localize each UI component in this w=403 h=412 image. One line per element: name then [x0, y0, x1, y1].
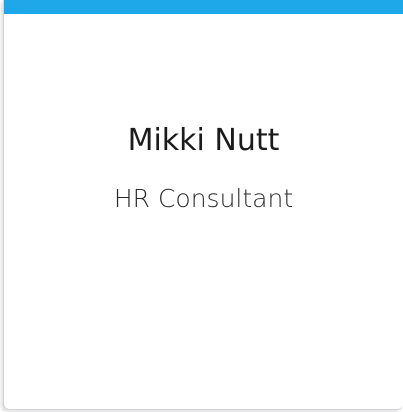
- profile-card[interactable]: Mikki Nutt HR Consultant: [3, 0, 403, 410]
- card-accent-bar: [4, 0, 403, 14]
- person-job-title: HR Consultant: [113, 184, 294, 213]
- person-name: Mikki Nutt: [127, 123, 280, 158]
